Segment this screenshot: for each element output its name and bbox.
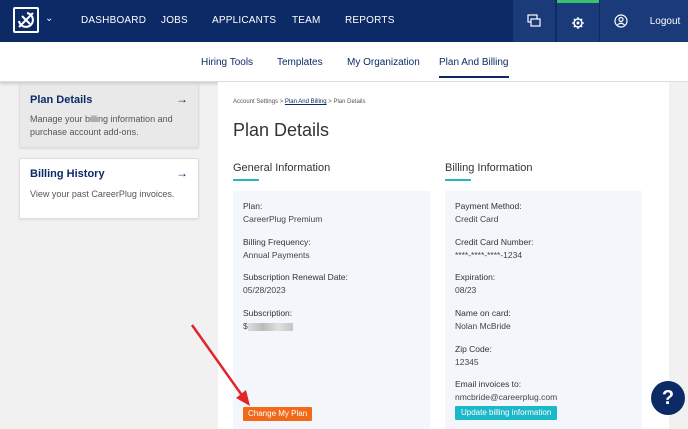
scrollbar[interactable] (669, 82, 688, 429)
annotation-arrow (190, 324, 250, 406)
help-button[interactable]: ? (651, 381, 685, 415)
